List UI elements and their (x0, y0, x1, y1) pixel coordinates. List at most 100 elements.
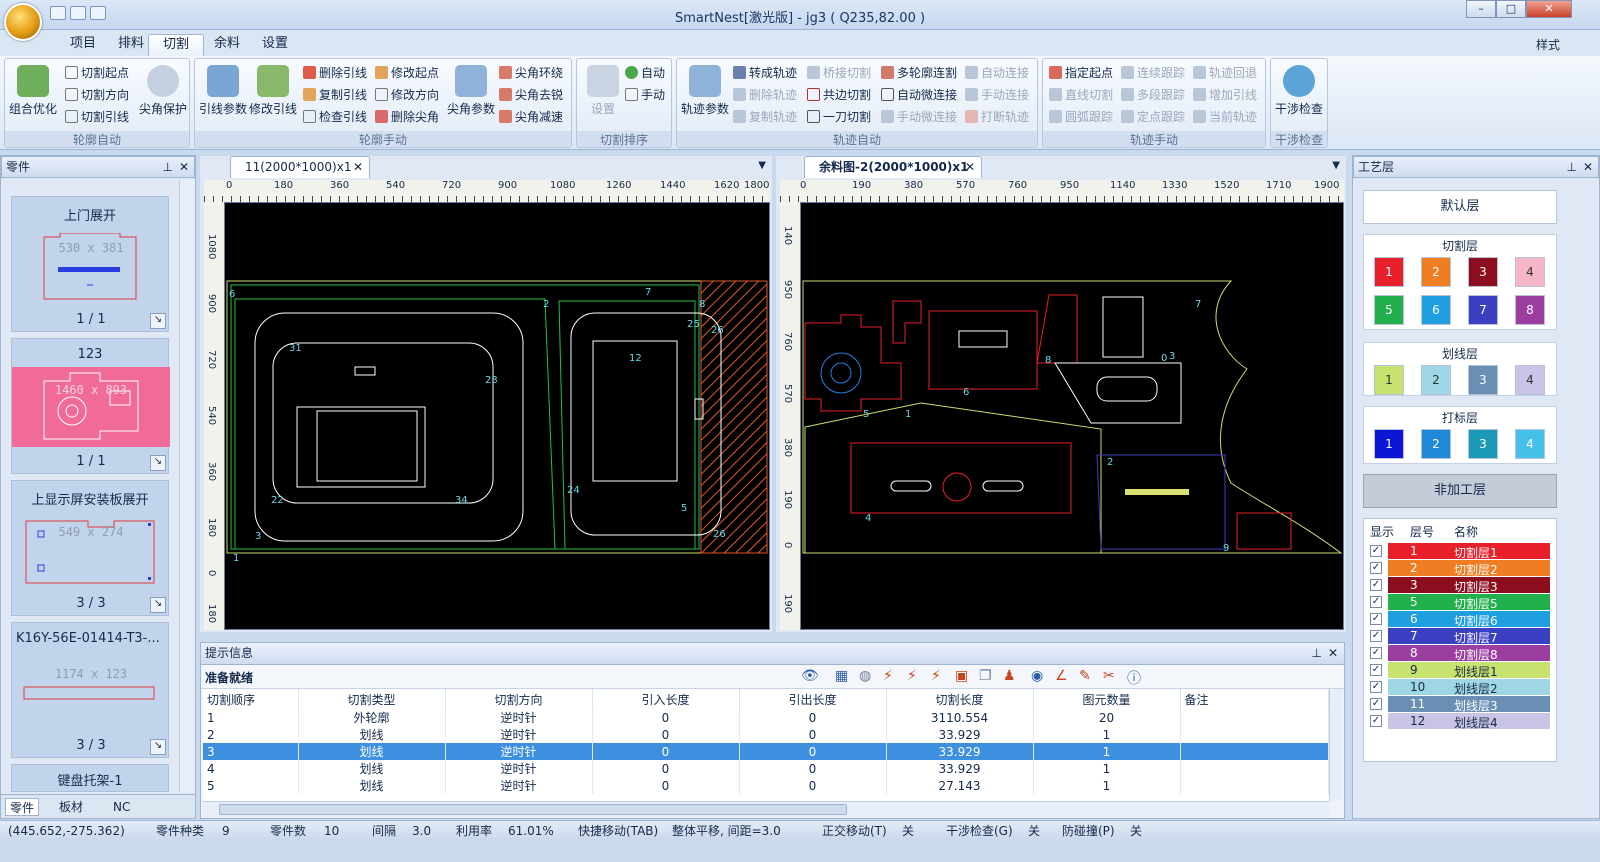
manual-connect-button[interactable]: 手动连接 (965, 85, 1029, 105)
pin-icon[interactable]: ⊥ (1567, 157, 1577, 178)
show-checkbox[interactable]: ✓ (1370, 698, 1382, 710)
layer-row[interactable]: ✓ 7 切割层7 (1364, 628, 1556, 645)
layer-swatch[interactable]: 1 (1374, 257, 1404, 287)
tab-close-icon[interactable]: ✕ (965, 157, 975, 178)
part-card[interactable]: 123 1460 x 893 1 / 1 ↘ (11, 338, 170, 474)
order-auto-button[interactable]: 自动 (625, 63, 665, 83)
layer-swatch[interactable]: 3 (1468, 365, 1498, 395)
eye-icon[interactable]: 👁 (801, 668, 819, 684)
tab-settings[interactable]: 设置 (248, 34, 302, 56)
part-card[interactable]: 键盘托架-1 (11, 764, 169, 792)
layer-swatch[interactable]: 7 (1468, 295, 1498, 325)
doc-tab-2[interactable]: 余料图-2(2000*1000)x1 ✕ (804, 156, 982, 178)
table-row[interactable]: 2 划线 逆时针 0 0 33.929 1 (203, 726, 1329, 743)
show-checkbox[interactable]: ✓ (1370, 562, 1382, 574)
person-icon[interactable]: ♟ (1003, 668, 1016, 684)
break-track-button[interactable]: 打断轨迹 (965, 107, 1029, 127)
delete-track-button[interactable]: 删除轨迹 (733, 85, 797, 105)
col-header[interactable]: 切割方向 (445, 689, 593, 709)
multi-contour-button[interactable]: 多轮廓连割 (881, 63, 957, 83)
layer-swatch[interactable]: 2 (1421, 365, 1451, 395)
part-expand-icon[interactable]: ↘ (150, 597, 166, 613)
bridge-cut-button[interactable]: 桥接切割 (807, 63, 871, 83)
cut-lead-button[interactable]: 切割引线 (65, 107, 129, 127)
add-lead-button[interactable]: 增加引线 (1193, 85, 1257, 105)
close-panel-icon[interactable]: ✕ (179, 157, 189, 178)
drawing-canvas-1[interactable]: 6 2 7 8 31 23 34 22 3 25 26 12 24 5 26 1 (224, 202, 770, 630)
show-checkbox[interactable]: ✓ (1370, 613, 1382, 625)
show-checkbox[interactable]: ✓ (1370, 647, 1382, 659)
part-card[interactable]: 上门展开 530 x 381 1 / 1 ↘ (11, 196, 169, 332)
save-icon[interactable] (50, 6, 66, 20)
show-checkbox[interactable]: ✓ (1370, 545, 1382, 557)
tab-dropdown-icon[interactable]: ▼ (758, 160, 766, 171)
scissors-icon[interactable]: ✂ (1103, 668, 1115, 684)
close-panel-icon[interactable]: ✕ (1328, 643, 1338, 664)
col-header[interactable]: 切割顺序 (203, 689, 299, 709)
pin-icon[interactable]: ⊥ (163, 157, 173, 178)
show-checkbox[interactable]: ✓ (1370, 664, 1382, 676)
part-expand-icon[interactable]: ↘ (150, 313, 166, 329)
copy-lead-button[interactable]: 复制引线 (303, 85, 367, 105)
layer-row[interactable]: ✓ 2 切割层2 (1364, 560, 1556, 577)
app-logo-icon[interactable] (4, 3, 42, 41)
layer-swatch[interactable]: 4 (1515, 257, 1545, 287)
layer-swatch[interactable]: 2 (1421, 257, 1451, 287)
layer-swatch[interactable]: 4 (1515, 365, 1545, 395)
edit-direction-button[interactable]: 修改方向 (375, 85, 439, 105)
edit-start-button[interactable]: 修改起点 (375, 63, 439, 83)
redo-icon[interactable] (90, 6, 106, 20)
globe-icon[interactable]: ◉ (1031, 668, 1043, 684)
tab-close-icon[interactable]: ✕ (353, 157, 363, 178)
tab-sheets[interactable]: 板材 (59, 798, 83, 816)
show-checkbox[interactable]: ✓ (1370, 681, 1382, 693)
arc-track-button[interactable]: 圆弧跟踪 (1049, 107, 1113, 127)
maximize-button[interactable]: □ (1496, 0, 1526, 18)
layer-row[interactable]: ✓ 9 划线层1 (1364, 662, 1556, 679)
part-expand-icon[interactable]: ↘ (150, 739, 166, 755)
tab-dropdown-icon[interactable]: ▼ (1332, 160, 1340, 171)
delete-corner-button[interactable]: 删除尖角 (375, 107, 439, 127)
show-checkbox[interactable]: ✓ (1370, 715, 1382, 727)
hscroll-thumb[interactable] (219, 804, 847, 815)
pin-icon[interactable]: ⊥ (1312, 643, 1322, 664)
layer-row[interactable]: ✓ 10 划线层2 (1364, 679, 1556, 696)
tab-remnant[interactable]: 余料 (200, 34, 254, 56)
table-hscroll[interactable] (203, 801, 1329, 817)
layer-icon[interactable]: ◍ (859, 668, 871, 684)
tab-nc[interactable]: NC (113, 798, 130, 816)
check-lead-button[interactable]: 检查引线 (303, 107, 367, 127)
grid-icon[interactable]: ▦ (835, 668, 848, 684)
copy-tool-icon[interactable]: ❐ (979, 668, 992, 684)
table-row[interactable]: 5 划线 逆时针 0 0 27.143 1 (203, 777, 1329, 794)
multi-track-button[interactable]: 多段跟踪 (1121, 85, 1185, 105)
layer-swatch[interactable]: 2 (1421, 429, 1451, 459)
part-card[interactable]: K16Y-56E-01414-T3-... 1174 x 123 3 / 3 ↘ (11, 622, 169, 758)
table-vscroll[interactable] (1329, 689, 1343, 801)
layer-swatch[interactable]: 1 (1374, 365, 1404, 395)
close-button[interactable]: ✕ (1526, 0, 1572, 18)
layer-row[interactable]: ✓ 3 切割层3 (1364, 577, 1556, 594)
cut-start-button[interactable]: 切割起点 (65, 63, 129, 83)
layer-swatch[interactable]: 4 (1515, 429, 1545, 459)
track-back-button[interactable]: 轨迹回退 (1193, 63, 1257, 83)
fast-move[interactable]: 快捷移动(TAB) (578, 821, 658, 842)
tab-project[interactable]: 项目 (56, 34, 110, 56)
lead-tool2-icon[interactable]: ⚡ (907, 668, 917, 684)
style-menu[interactable]: 样式 (1536, 36, 1560, 53)
interference-check-button[interactable]: 干涉检查 (1273, 63, 1325, 127)
table-row[interactable]: 4 划线 逆时针 0 0 33.929 1 (203, 760, 1329, 777)
corner-loop-button[interactable]: 尖角环绕 (499, 63, 563, 83)
non-process-layer-button[interactable]: 非加工层 (1363, 474, 1557, 508)
col-header[interactable]: 引入长度 (592, 689, 740, 709)
layer-swatch[interactable]: 1 (1374, 429, 1404, 459)
tab-cut[interactable]: 切割 (148, 34, 205, 56)
col-header[interactable]: 引出长度 (739, 689, 887, 709)
frame-icon[interactable]: ▣ (955, 668, 968, 684)
lead-tool-icon[interactable]: ⚡ (883, 668, 893, 684)
col-header[interactable]: 图元数量 (1033, 689, 1181, 709)
common-edge-button[interactable]: 共边切割 (807, 85, 871, 105)
cut-direction-button[interactable]: 切割方向 (65, 85, 129, 105)
close-panel-icon[interactable]: ✕ (1583, 157, 1593, 178)
cut-order-table[interactable]: 切割顺序 切割类型 切割方向 引入长度 引出长度 切割长度 图元数量 备注 1外… (203, 689, 1329, 801)
